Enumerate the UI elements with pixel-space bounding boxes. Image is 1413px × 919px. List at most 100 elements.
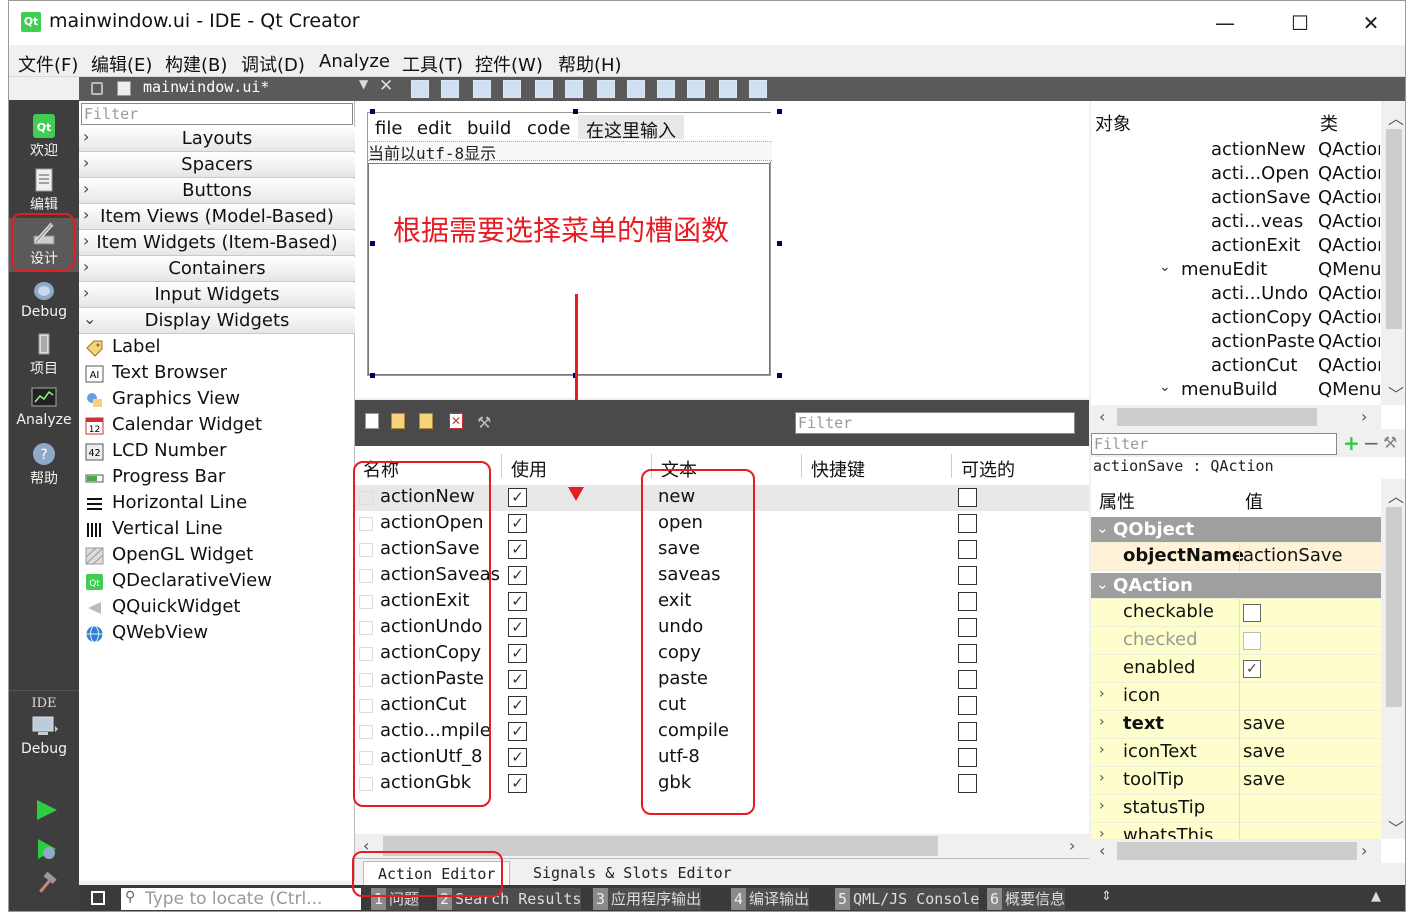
mode-edit[interactable]: 编辑 [9, 164, 79, 218]
property-checkbox[interactable]: ✓ [1243, 660, 1261, 678]
menu-edit[interactable]: 编辑(E) [91, 51, 152, 77]
prop-row[interactable]: › toolTip save [1091, 767, 1381, 795]
used-checkbox[interactable]: ✓ [508, 644, 527, 663]
tab-signals-slots-editor[interactable]: Signals & Slots Editor [519, 861, 746, 886]
debug-run-icon[interactable] [36, 838, 58, 860]
chevron-right-icon[interactable]: › [1099, 770, 1105, 786]
scrollbar-thumb[interactable] [1386, 129, 1402, 329]
configure-wrench-icon[interactable]: ⚒ [477, 413, 491, 432]
group-qaction[interactable]: ⌄ QAction [1091, 573, 1381, 599]
checkable-checkbox[interactable] [958, 566, 977, 585]
layout-form-icon[interactable] [657, 80, 675, 98]
prop-objectname[interactable]: objectName actionSave [1091, 543, 1381, 571]
action-row[interactable]: actionUtf_8 ✓ utf-8 [355, 745, 1089, 771]
selection-handle[interactable] [370, 241, 375, 246]
delete-action-icon[interactable]: ✕ [449, 413, 463, 429]
used-checkbox[interactable]: ✓ [508, 618, 527, 637]
checkable-checkbox[interactable] [958, 644, 977, 663]
menu-file[interactable]: 文件(F) [18, 51, 78, 77]
action-row[interactable]: actionSave ✓ save [355, 537, 1089, 563]
chevron-right-icon[interactable]: › [1099, 798, 1105, 814]
layout-grid-icon[interactable] [687, 80, 705, 98]
mode-debug[interactable]: Debug [9, 274, 79, 328]
chevron-right-icon[interactable]: › [1099, 714, 1105, 730]
chevron-right-icon[interactable]: › [1099, 742, 1105, 758]
output-tab-5[interactable]: 5 QML/JS Console [835, 888, 980, 910]
scrollbar-thumb[interactable] [1386, 507, 1402, 707]
scroll-right-icon[interactable]: › [1069, 836, 1075, 855]
used-checkbox[interactable]: ✓ [508, 774, 527, 793]
paste-action-icon[interactable] [419, 413, 433, 429]
object-tree-row[interactable]: ⌄ menuBuild QMenu [1091, 379, 1381, 403]
menu-build[interactable]: 构建(B) [165, 51, 227, 77]
action-filter-input[interactable]: Filter [795, 412, 1075, 434]
selection-handle[interactable] [777, 373, 782, 378]
scroll-left-icon[interactable]: ‹ [363, 836, 369, 855]
header-checkable[interactable]: 可选的 [961, 456, 1015, 482]
category-buttons[interactable]: › Buttons [79, 179, 355, 204]
mode-analyze[interactable]: Analyze [9, 382, 79, 436]
mode-projects[interactable]: 项目 [9, 328, 79, 382]
header-class[interactable]: 类 [1320, 110, 1338, 136]
adjust-size-icon[interactable] [749, 80, 767, 98]
checkable-checkbox[interactable] [958, 592, 977, 611]
property-filter-input[interactable]: Filter [1091, 433, 1337, 455]
new-action-icon[interactable] [365, 413, 379, 429]
output-tab-1[interactable]: 1 问题 [371, 888, 420, 910]
selection-handle[interactable] [573, 109, 578, 114]
prop-row[interactable]: checkable [1091, 599, 1381, 627]
group-qobject[interactable]: ⌄ QObject [1091, 517, 1381, 543]
prop-row[interactable]: › text save [1091, 711, 1381, 739]
output-tab-3[interactable]: 3 应用程序输出 [593, 888, 702, 910]
layout-vertical-icon[interactable] [565, 80, 583, 98]
scroll-left-icon[interactable]: ‹ [1099, 407, 1105, 426]
scrollbar-thumb[interactable] [1117, 842, 1357, 860]
widget-calendar[interactable]: 12 Calendar Widget [79, 413, 355, 439]
header-property[interactable]: 属性 [1099, 488, 1135, 514]
output-tab-6[interactable]: 6 概要信息 [987, 888, 1066, 910]
object-inspector-hscrollbar[interactable]: ‹ › [1091, 405, 1381, 429]
selection-handle[interactable] [370, 109, 375, 114]
widget-horizontal-line[interactable]: Horizontal Line [79, 491, 355, 517]
checkable-checkbox[interactable] [958, 722, 977, 741]
checkable-checkbox[interactable] [958, 488, 977, 507]
header-shortcut[interactable]: 快捷键 [811, 456, 865, 482]
category-item-widgets[interactable]: › Item Widgets (Item-Based) [79, 231, 355, 256]
used-checkbox[interactable]: ✓ [508, 748, 527, 767]
checkable-checkbox[interactable] [958, 696, 977, 715]
scroll-up-icon[interactable]: ︿ [1388, 483, 1404, 507]
header-used[interactable]: 使用 [511, 456, 547, 482]
property-value[interactable]: save [1243, 769, 1285, 790]
form-menu-file[interactable]: file [375, 118, 402, 139]
mode-design[interactable]: 设计 [9, 218, 79, 272]
action-row[interactable]: actionUndo ✓ undo [355, 615, 1089, 641]
object-inspector-scrollbar[interactable]: ︿ ﹀ [1381, 101, 1405, 405]
menu-debug[interactable]: 调试(D) [241, 51, 305, 77]
object-tree-row[interactable]: actionSave QAction [1091, 187, 1381, 211]
object-tree-row[interactable]: acti...veas QAction [1091, 211, 1381, 235]
menu-tools[interactable]: 工具(T) [402, 51, 463, 77]
widget-graphics-view[interactable]: Graphics View [79, 387, 355, 413]
menu-analyze[interactable]: Analyze [319, 51, 390, 72]
form-central-widget[interactable] [368, 163, 770, 375]
close-document-icon[interactable]: ✕ [379, 76, 393, 96]
locator-input[interactable]: Type to locate (Ctrl... [121, 888, 361, 910]
category-item-views[interactable]: › Item Views (Model-Based) [79, 205, 355, 230]
checkable-checkbox[interactable] [958, 618, 977, 637]
menu-widgets[interactable]: 控件(W) [475, 51, 543, 77]
mode-help[interactable]: ? 帮助 [9, 438, 79, 492]
prop-row[interactable]: › icon [1091, 683, 1381, 711]
mode-welcome[interactable]: Qt 欢迎 [9, 110, 79, 164]
category-input-widgets[interactable]: › Input Widgets [79, 283, 355, 308]
layout-horizontal-icon[interactable] [535, 80, 553, 98]
action-row[interactable]: actionCut ✓ cut [355, 693, 1089, 719]
property-editor-hscrollbar[interactable]: ‹ › [1091, 839, 1381, 863]
used-checkbox[interactable]: ✓ [508, 670, 527, 689]
checkable-checkbox[interactable] [958, 514, 977, 533]
header-value[interactable]: 值 [1245, 488, 1263, 514]
used-checkbox[interactable]: ✓ [508, 514, 527, 533]
category-spacers[interactable]: › Spacers [79, 153, 355, 178]
widget-label[interactable]: Label [79, 335, 355, 361]
property-value[interactable]: save [1243, 713, 1285, 734]
output-pane-arrows-icon[interactable]: ⇕ [1101, 889, 1112, 904]
